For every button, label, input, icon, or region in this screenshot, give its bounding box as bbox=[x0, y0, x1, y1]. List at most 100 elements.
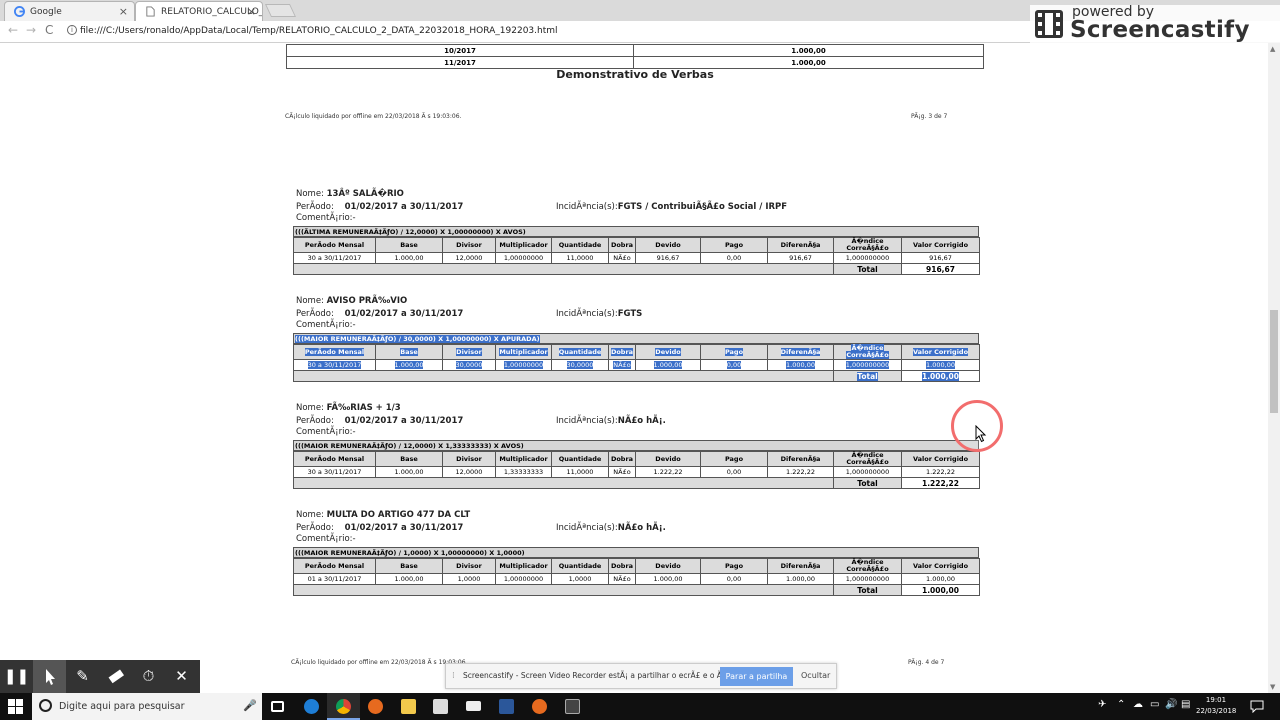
cursor-icon[interactable] bbox=[33, 660, 66, 693]
table-cell: 1,00000000 bbox=[495, 359, 552, 371]
header-text: Dobra bbox=[610, 347, 634, 356]
screencastify-watermark: powered by Screencastify Lite bbox=[1030, 4, 1280, 69]
task-view-icon[interactable] bbox=[262, 693, 295, 720]
search-placeholder[interactable]: Digite aqui para pesquisar bbox=[59, 701, 185, 712]
close-icon[interactable]: ✕ bbox=[165, 660, 198, 693]
keyboard-icon[interactable]: ▤ bbox=[1181, 699, 1190, 710]
column-header: PerÃ­odo Mensal bbox=[293, 237, 376, 253]
onedrive-icon[interactable]: ☁ bbox=[1133, 699, 1143, 710]
scroll-down-icon[interactable]: ▼ bbox=[1270, 683, 1275, 691]
cell-text: 1,00000000 bbox=[503, 361, 544, 369]
total-spacer bbox=[293, 263, 834, 275]
table-cell: 0,00 bbox=[700, 252, 768, 264]
verba-formula: (((ÃLTIMA REMUNERAÃ‡ÃƒO) / 12,0000) X 1,… bbox=[293, 226, 979, 237]
verba-formula: (((MAIOR REMUNERAÃ‡ÃƒO) / 12,0000) X 1,3… bbox=[293, 440, 979, 451]
firefox-icon[interactable] bbox=[359, 693, 392, 720]
close-tab-icon[interactable]: × bbox=[119, 5, 128, 18]
explorer-icon[interactable] bbox=[392, 693, 425, 720]
table-row: 10/2017 1.000,00 bbox=[286, 44, 984, 57]
column-header: Base bbox=[375, 451, 443, 467]
incidence-label: IncidÃªncia(s): bbox=[556, 416, 618, 426]
verba-table: PerÃ­odo Mensal Base Divisor Multiplicador Q… bbox=[293, 344, 980, 382]
total-label: Total bbox=[833, 263, 902, 275]
notification-text: Screencastify - Screen Video Recorder es… bbox=[463, 671, 744, 680]
drag-handle-icon[interactable]: ⁞ bbox=[452, 671, 455, 681]
forward-button[interactable]: → bbox=[26, 23, 36, 37]
tab-relatorio[interactable]: RELATORIO_CALCULO_2_ × bbox=[135, 1, 263, 21]
google-favicon-icon bbox=[14, 6, 25, 17]
column-header: DiferenÃ§a bbox=[767, 451, 834, 467]
new-tab-button[interactable] bbox=[264, 4, 297, 17]
scroll-thumb[interactable] bbox=[1270, 310, 1278, 413]
table-cell: 12,0000 bbox=[442, 466, 496, 478]
store-icon[interactable] bbox=[424, 693, 457, 720]
column-header: Quantidade bbox=[551, 237, 609, 253]
table-cell: 1.222,22 bbox=[901, 466, 980, 478]
verba-section: Nome: MULTA DO ARTIGO 477 DA CLT PerÃ­od… bbox=[293, 505, 980, 603]
table-cell: 1.000,00 bbox=[767, 359, 834, 371]
table-cell: 11,0000 bbox=[551, 252, 609, 264]
formula-text: (((MAIOR REMUNERAÃ‡ÃƒO) / 30,0000) X 1,0… bbox=[295, 335, 540, 343]
address-url[interactable]: file:///C:/Users/ronaldo/AppData/Local/T… bbox=[80, 26, 558, 36]
hide-button[interactable]: Ocultar bbox=[801, 671, 830, 680]
calculator-icon[interactable] bbox=[556, 693, 589, 720]
table-cell: 916,67 bbox=[635, 252, 701, 264]
film-strip-icon bbox=[1035, 10, 1063, 38]
verba-incidence: NÃ£o hÃ¡. bbox=[617, 416, 666, 426]
column-header: Divisor bbox=[442, 558, 496, 574]
chevron-up-icon[interactable]: ⌃ bbox=[1117, 699, 1125, 710]
notifications-icon[interactable] bbox=[1250, 700, 1264, 713]
pause-icon[interactable]: ❚❚ bbox=[0, 660, 33, 693]
verba-period-line: PerÃ­odo: 01/02/2017 a 30/11/2017 bbox=[296, 309, 463, 319]
column-header: Devido bbox=[635, 558, 701, 574]
report-page: 10/2017 1.000,00 11/2017 1.000,00 Demons… bbox=[0, 43, 1268, 693]
taskbar-clock[interactable]: 19:01 22/03/2018 bbox=[1196, 695, 1236, 717]
taskbar-search-box[interactable]: Digite aqui para pesquisar 🎤 bbox=[32, 693, 262, 720]
incidence-label: IncidÃªncia(s): bbox=[556, 523, 618, 533]
vertical-scrollbar[interactable]: ▲ ▼ bbox=[1268, 43, 1280, 693]
verba-formula: (((MAIOR REMUNERAÃ‡ÃƒO) / 1,0000) X 1,00… bbox=[293, 547, 979, 558]
tab-google[interactable]: Google × bbox=[4, 1, 135, 21]
timer-icon[interactable]: ⏱ bbox=[132, 660, 165, 693]
value-cell: 1.000,00 bbox=[633, 56, 984, 69]
mail-icon[interactable] bbox=[457, 693, 490, 720]
table-cell: 0,00 bbox=[700, 573, 768, 585]
volume-icon[interactable]: 🔊 bbox=[1165, 699, 1177, 710]
microphone-icon[interactable]: 🎤 bbox=[243, 699, 257, 712]
verba-period: 01/02/2017 a 30/11/2017 bbox=[344, 416, 464, 426]
column-header: Pago bbox=[700, 558, 768, 574]
back-button[interactable]: ← bbox=[8, 23, 18, 37]
column-header: Pago bbox=[700, 451, 768, 467]
cortana-search-icon bbox=[39, 699, 52, 712]
table-cell: 30 a 30/11/2017 bbox=[293, 359, 376, 371]
verba-section: Nome: FÃ‰RIAS + 1/3 PerÃ­odo: 01/02/2017… bbox=[293, 398, 980, 496]
column-header: Quantidade bbox=[551, 451, 609, 467]
pen-icon[interactable]: ✎ bbox=[66, 660, 99, 693]
edge-icon[interactable] bbox=[295, 693, 328, 720]
reload-button[interactable]: C bbox=[45, 23, 53, 37]
verba-period-line: PerÃ­odo: 01/02/2017 a 30/11/2017 bbox=[296, 202, 463, 212]
scroll-up-icon[interactable]: ▲ bbox=[1270, 45, 1275, 53]
column-header: Divisor bbox=[442, 237, 496, 253]
verba-period-line: PerÃ­odo: 01/02/2017 a 30/11/2017 bbox=[296, 523, 463, 533]
verba-formula: (((MAIOR REMUNERAÃ‡ÃƒO) / 30,0000) X 1,0… bbox=[293, 333, 979, 344]
table-header-row: PerÃ­odo Mensal Base Divisor Multiplicador Q… bbox=[293, 451, 980, 467]
info-icon[interactable]: i bbox=[67, 25, 77, 35]
airplane-mode-icon[interactable]: ✈ bbox=[1098, 699, 1106, 710]
windows-start-icon[interactable] bbox=[8, 699, 23, 714]
eraser-icon[interactable] bbox=[99, 660, 132, 693]
document-favicon-icon bbox=[146, 6, 155, 17]
close-tab-icon[interactable]: × bbox=[247, 5, 256, 18]
total-label-cell: Total bbox=[833, 370, 902, 382]
table-cell: 1,0000 bbox=[442, 573, 496, 585]
word-icon[interactable] bbox=[490, 693, 523, 720]
address-bar[interactable]: i file:///C:/Users/ronaldo/AppData/Local… bbox=[61, 23, 1029, 40]
battery-icon[interactable]: ▭ bbox=[1150, 699, 1159, 710]
stop-sharing-button[interactable]: Parar a partilha bbox=[720, 667, 793, 686]
verba-name: FÃ‰RIAS + 1/3 bbox=[326, 403, 401, 413]
table-cell: 1,0000 bbox=[551, 573, 609, 585]
firefox-icon-2[interactable] bbox=[523, 693, 556, 720]
period-cell: 11/2017 bbox=[286, 56, 634, 69]
period-table: 10/2017 1.000,00 11/2017 1.000,00 bbox=[286, 44, 984, 69]
chrome-icon[interactable] bbox=[327, 693, 360, 720]
